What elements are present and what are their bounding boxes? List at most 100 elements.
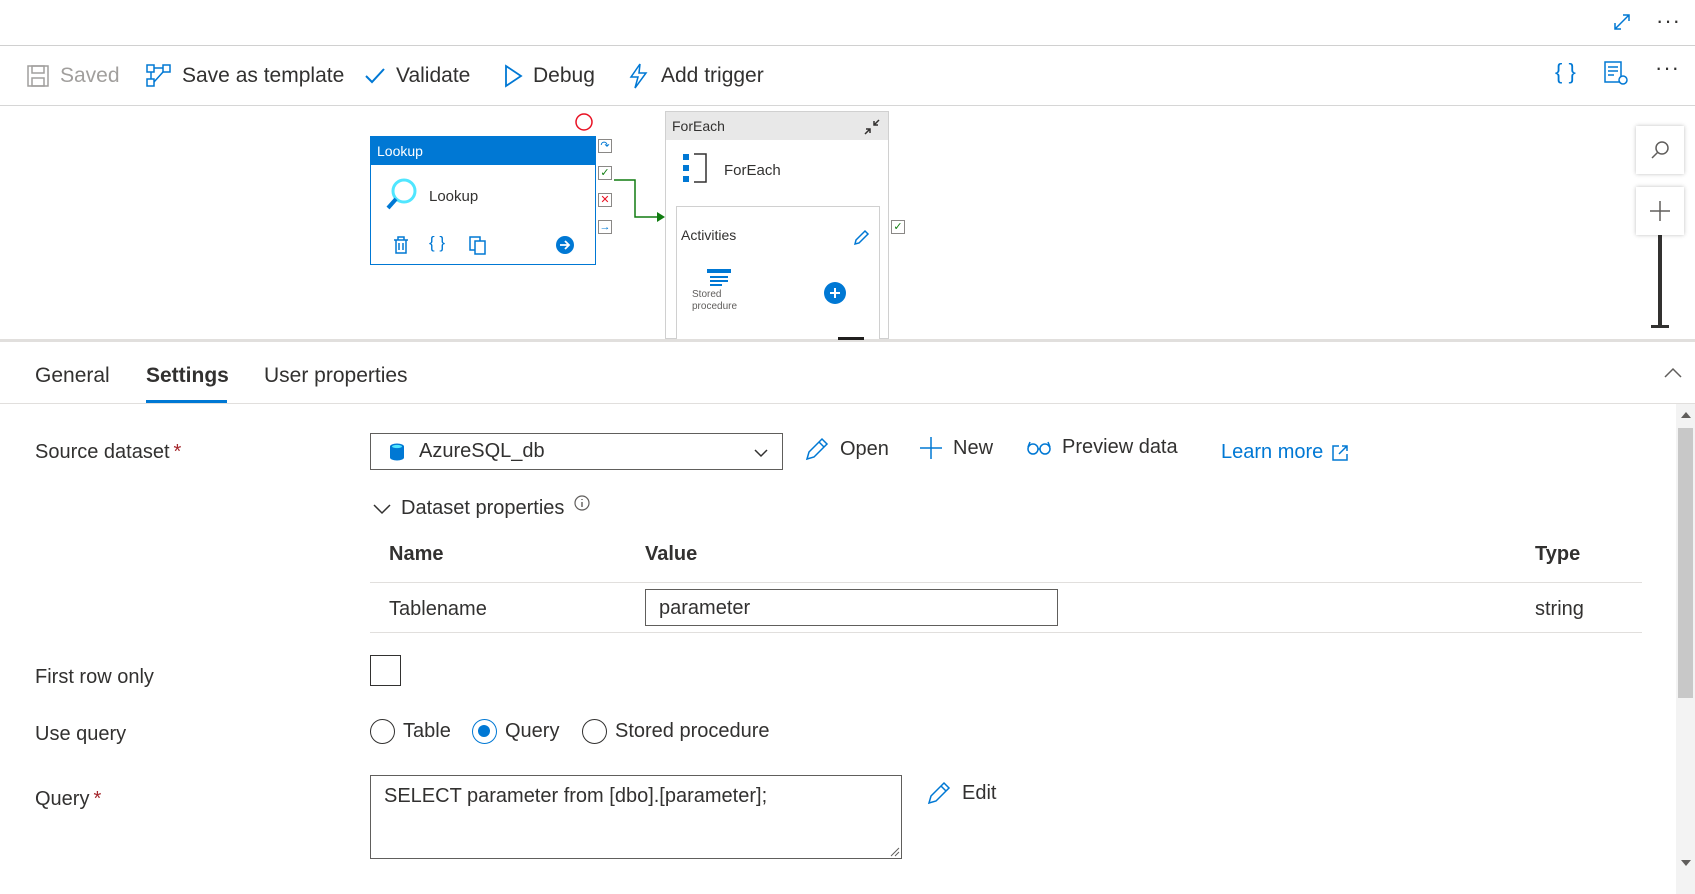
lightning-icon bbox=[629, 63, 648, 89]
stored-procedure-line2: procedure bbox=[692, 301, 738, 312]
properties-icon[interactable] bbox=[1603, 60, 1629, 91]
open-label: Open bbox=[840, 437, 889, 460]
chevron-up-icon[interactable] bbox=[1662, 362, 1684, 384]
radio-query-indicator bbox=[472, 719, 497, 744]
lookup-activity-header: Lookup bbox=[371, 137, 595, 165]
tablename-value-input[interactable]: parameter bbox=[645, 589, 1058, 626]
radio-query-label: Query bbox=[505, 720, 560, 742]
pencil-icon bbox=[927, 781, 951, 805]
top-more-icon[interactable]: ··· bbox=[1656, 8, 1681, 34]
lookup-activity-name: Lookup bbox=[429, 188, 479, 205]
save-as-template-button[interactable]: Save as template bbox=[146, 61, 344, 91]
add-activity-icon[interactable] bbox=[823, 281, 847, 305]
preview-data-label: Preview data bbox=[1062, 436, 1178, 458]
lookup-activity-card[interactable]: Lookup Lookup { } bbox=[370, 136, 596, 265]
delete-icon[interactable] bbox=[391, 235, 411, 255]
radio-query[interactable]: Query bbox=[472, 719, 559, 744]
open-dataset-button[interactable]: Open bbox=[804, 436, 889, 462]
source-dataset-label-text: Source dataset bbox=[35, 441, 170, 463]
first-row-only-label: First row only bbox=[35, 666, 154, 688]
canvas-search-button[interactable] bbox=[1636, 126, 1684, 174]
foreach-success-port-icon[interactable]: ✓ bbox=[891, 220, 905, 234]
saved-button[interactable]: Saved bbox=[26, 61, 120, 91]
use-query-label: Use query bbox=[35, 723, 127, 745]
query-textarea[interactable]: SELECT parameter from [dbo].[parameter]; bbox=[370, 775, 902, 859]
pipeline-canvas[interactable]: Lookup Lookup { } ↷ ✓ ✕ → ForEach ForEac… bbox=[0, 107, 1695, 339]
success-port-icon[interactable]: ✓ bbox=[598, 166, 612, 180]
connector-arrowhead bbox=[657, 212, 665, 222]
success-connector bbox=[614, 179, 663, 218]
scroll-down-icon[interactable] bbox=[1680, 858, 1692, 868]
new-dataset-button[interactable]: New bbox=[919, 436, 993, 460]
tab-user-properties[interactable]: User properties bbox=[264, 364, 408, 388]
zoom-in-button[interactable] bbox=[1636, 187, 1684, 235]
json-code-icon[interactable]: { } bbox=[1555, 59, 1576, 85]
sql-database-icon bbox=[390, 443, 404, 460]
play-icon bbox=[505, 64, 523, 88]
completion-port-icon[interactable]: → bbox=[598, 220, 612, 234]
foreach-activity-card[interactable]: ForEach ForEach Activities Stored proced… bbox=[665, 111, 889, 339]
add-trigger-button[interactable]: Add trigger bbox=[627, 61, 764, 91]
add-icon bbox=[920, 437, 942, 459]
column-header-value: Value bbox=[645, 543, 698, 565]
required-mark: * bbox=[93, 788, 102, 810]
copy-icon[interactable] bbox=[468, 235, 488, 255]
required-mark: * bbox=[173, 441, 182, 463]
expand-icon[interactable] bbox=[1612, 12, 1632, 32]
magnifier-icon bbox=[386, 178, 417, 210]
radio-table-indicator bbox=[370, 719, 395, 744]
chevron-down-icon bbox=[754, 449, 768, 458]
scrollbar-thumb[interactable] bbox=[1678, 428, 1693, 698]
tab-general[interactable]: General bbox=[35, 364, 110, 388]
dataset-properties-toggle[interactable]: Dataset properties bbox=[373, 494, 591, 520]
edit-query-button[interactable]: Edit bbox=[926, 780, 996, 806]
stored-procedure-line1: Stored bbox=[692, 289, 722, 300]
tab-settings[interactable]: Settings bbox=[146, 364, 229, 388]
stored-procedure-label: Stored procedure bbox=[692, 289, 737, 313]
skip-port-icon[interactable]: ↷ bbox=[598, 139, 612, 153]
table-divider bbox=[370, 632, 1642, 633]
query-label-text: Query bbox=[35, 788, 90, 810]
info-icon[interactable] bbox=[574, 494, 591, 511]
preview-data-button[interactable]: Preview data bbox=[1026, 436, 1178, 459]
pencil-icon bbox=[805, 437, 829, 461]
save-as-template-label: Save as template bbox=[182, 64, 345, 87]
query-label: Query * bbox=[35, 788, 101, 811]
activities-container[interactable]: Activities Stored procedure bbox=[676, 206, 880, 339]
first-row-only-checkbox[interactable] bbox=[370, 655, 401, 686]
collapse-arrows-icon[interactable] bbox=[863, 118, 881, 136]
table-divider bbox=[370, 582, 1642, 583]
new-label: New bbox=[953, 436, 994, 459]
learn-more-link[interactable]: Learn more bbox=[1221, 441, 1349, 464]
activities-label: Activities bbox=[681, 227, 737, 243]
toolbar-more-icon[interactable]: ··· bbox=[1655, 55, 1680, 81]
learn-more-label: Learn more bbox=[1221, 441, 1324, 463]
column-header-name: Name bbox=[389, 543, 444, 565]
radio-table-label: Table bbox=[403, 720, 451, 742]
radio-stored-procedure[interactable]: Stored procedure bbox=[582, 719, 770, 744]
external-link-icon bbox=[1332, 444, 1349, 461]
debug-button[interactable]: Debug bbox=[503, 61, 595, 91]
table-cell-type: string bbox=[1535, 598, 1584, 620]
saved-label: Saved bbox=[60, 64, 120, 87]
scroll-up-icon[interactable] bbox=[1680, 410, 1692, 420]
chevron-down-icon bbox=[373, 503, 391, 514]
failure-port-icon[interactable]: ✕ bbox=[598, 193, 612, 207]
foreach-activity-header: ForEach bbox=[666, 112, 888, 140]
code-icon[interactable]: { } bbox=[429, 233, 445, 253]
glasses-icon bbox=[1027, 441, 1051, 455]
source-dataset-select[interactable]: AzureSQL_db bbox=[370, 433, 783, 470]
save-icon bbox=[27, 65, 49, 87]
table-cell-name: Tablename bbox=[389, 598, 487, 620]
pipeline-toolbar: Saved Save as template Validate Debug Ad… bbox=[0, 47, 1695, 106]
edit-pencil-icon[interactable] bbox=[852, 229, 870, 247]
checkmark-icon bbox=[365, 68, 385, 84]
edit-label: Edit bbox=[962, 781, 997, 804]
resize-grip-icon[interactable] bbox=[888, 845, 900, 857]
go-arrow-icon[interactable] bbox=[555, 235, 575, 255]
validate-button[interactable]: Validate bbox=[364, 61, 470, 91]
panel-resize-handle[interactable] bbox=[838, 337, 864, 340]
search-icon bbox=[1651, 141, 1669, 159]
radio-table[interactable]: Table bbox=[370, 719, 451, 744]
stored-procedure-icon bbox=[707, 269, 731, 286]
